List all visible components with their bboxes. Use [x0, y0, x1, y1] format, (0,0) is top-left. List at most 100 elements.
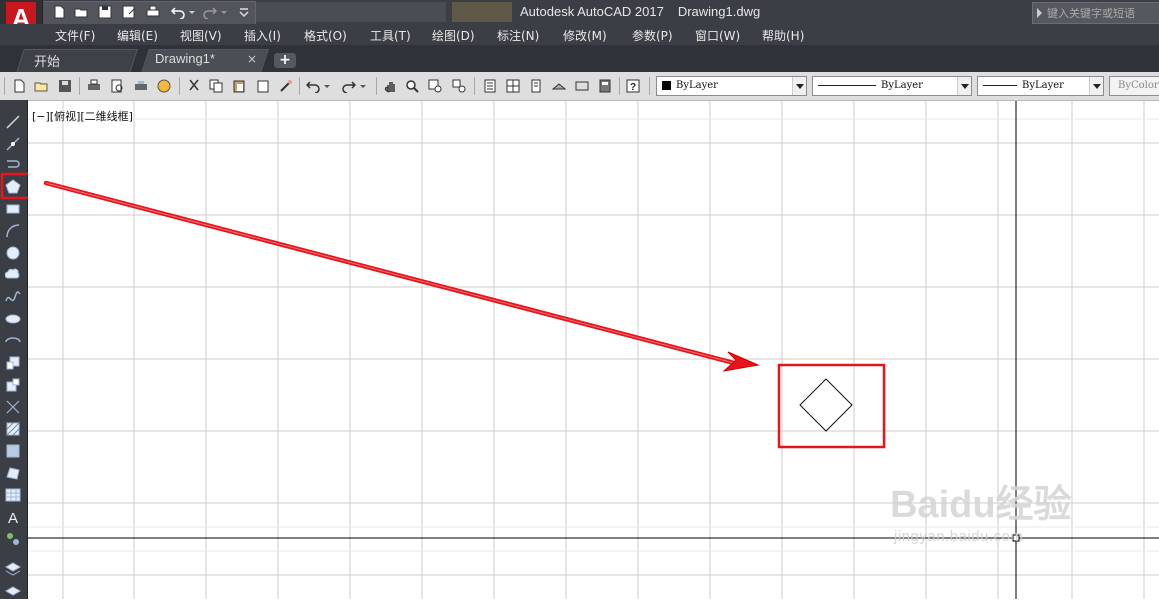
paste-block-icon[interactable] — [256, 79, 270, 93]
quick-access-toolbar — [42, 1, 256, 25]
plot-preview-icon[interactable] — [110, 79, 124, 93]
zoom-realtime-icon[interactable] — [405, 79, 419, 93]
rectangle-icon[interactable] — [5, 201, 21, 217]
menu-tools[interactable]: 工具(T) — [370, 27, 411, 44]
make-block-icon[interactable] — [5, 377, 21, 393]
menu-dimension[interactable]: 标注(N) — [497, 27, 539, 44]
3d-print-icon[interactable] — [157, 79, 171, 93]
close-tab-icon[interactable]: × — [247, 52, 257, 66]
tool-palettes-icon[interactable] — [529, 79, 543, 93]
multiline-text-icon[interactable]: A — [5, 509, 21, 525]
menu-draw[interactable]: 绘图(D) — [432, 27, 475, 44]
ellipse-icon[interactable] — [5, 311, 21, 327]
table-icon[interactable] — [5, 487, 21, 503]
svg-text:?: ? — [630, 82, 636, 93]
polyline-icon[interactable] — [5, 157, 21, 173]
draw-toolbar: A — [0, 100, 28, 599]
menu-file[interactable]: 文件(F) — [55, 27, 95, 44]
tab-drawing1-label: Drawing1* — [155, 51, 215, 66]
polygon-icon[interactable] — [5, 179, 21, 195]
new-file-icon[interactable] — [52, 5, 66, 19]
menu-modify[interactable]: 修改(M) — [563, 27, 607, 44]
pan-icon[interactable] — [384, 79, 398, 93]
paste-icon[interactable] — [232, 79, 246, 93]
app-name: Autodesk AutoCAD 2017 — [520, 4, 664, 19]
new-icon[interactable] — [12, 79, 26, 93]
viewport-controls[interactable]: [−][俯视][二维线框] — [32, 108, 133, 124]
match-properties-icon[interactable] — [279, 79, 293, 93]
undo-dropdown-icon[interactable] — [323, 79, 331, 93]
undo-dropdown-icon[interactable] — [188, 5, 196, 19]
line-icon[interactable] — [5, 114, 21, 130]
copy-icon[interactable] — [209, 79, 223, 93]
chevron-down-icon[interactable] — [792, 77, 806, 95]
help-icon[interactable]: ? — [626, 79, 640, 93]
hatch-icon[interactable] — [5, 421, 21, 437]
window-title: Autodesk AutoCAD 2017 Drawing1.dwg — [520, 4, 760, 19]
gradient-icon[interactable] — [5, 443, 21, 459]
result-highlight-box — [777, 363, 886, 449]
toolbar-grip[interactable] — [4, 77, 5, 95]
region-icon[interactable] — [5, 465, 21, 481]
circle-icon[interactable] — [5, 245, 21, 261]
save-as-icon[interactable] — [122, 5, 136, 19]
customize-qat-icon[interactable] — [237, 5, 251, 19]
search-expand-icon[interactable] — [1037, 8, 1042, 18]
lineweight-dropdown[interactable]: ByLayer — [977, 76, 1104, 96]
search-input[interactable] — [1047, 3, 1157, 23]
save-icon[interactable] — [58, 79, 72, 93]
zoom-previous-icon[interactable] — [452, 79, 466, 93]
background-tab-blurred — [452, 2, 512, 22]
plotstyle-dropdown[interactable]: ByColor — [1109, 76, 1159, 96]
undo-icon[interactable] — [306, 79, 320, 93]
color-value: ByLayer — [676, 80, 718, 91]
open-icon[interactable] — [34, 79, 48, 93]
redo-icon[interactable] — [342, 79, 356, 93]
publish-icon[interactable] — [134, 79, 148, 93]
add-selected-icon[interactable] — [5, 531, 21, 547]
plot-icon[interactable] — [87, 79, 101, 93]
menu-insert[interactable]: 插入(I) — [244, 27, 281, 44]
spline-icon[interactable] — [5, 289, 21, 305]
menu-edit[interactable]: 编辑(E) — [117, 27, 158, 44]
arc-icon[interactable] — [5, 223, 21, 239]
markup-set-icon[interactable] — [575, 79, 589, 93]
menu-format[interactable]: 格式(O) — [304, 27, 347, 44]
point-icon[interactable] — [5, 399, 21, 415]
svg-text:A: A — [8, 510, 18, 525]
revision-cloud-icon[interactable] — [5, 267, 21, 283]
menu-parametric[interactable]: 参数(P) — [632, 27, 673, 44]
background-tab-blurred — [256, 2, 446, 22]
construction-line-icon[interactable] — [5, 136, 21, 152]
drawing-canvas[interactable]: [−][俯视][二维线框] Baidu经验 jingyan.baidu.com — [28, 101, 1159, 599]
cut-icon[interactable] — [187, 79, 201, 93]
menu-view[interactable]: 视图(V) — [180, 27, 222, 44]
redo-icon[interactable] — [203, 5, 217, 19]
new-tab-button[interactable]: + — [274, 53, 296, 68]
menu-help[interactable]: 帮助(H) — [762, 27, 804, 44]
redo-dropdown-icon[interactable] — [359, 79, 367, 93]
redo-dropdown-icon[interactable] — [220, 5, 228, 19]
quick-calc-icon[interactable] — [598, 79, 612, 93]
chevron-down-icon[interactable] — [957, 77, 971, 95]
print-icon[interactable] — [146, 5, 160, 19]
save-icon[interactable] — [98, 5, 112, 19]
undo-icon[interactable] — [171, 5, 185, 19]
open-file-icon[interactable] — [74, 5, 88, 19]
linetype-dropdown[interactable]: ByLayer — [812, 76, 972, 96]
insert-block-icon[interactable] — [5, 355, 21, 371]
sheet-set-icon[interactable] — [552, 79, 566, 93]
zoom-window-icon[interactable] — [428, 79, 442, 93]
watermark: Baidu经验 jingyan.baidu.com — [890, 473, 1072, 545]
design-center-icon[interactable] — [506, 79, 520, 93]
menu-window[interactable]: 窗口(W) — [695, 27, 740, 44]
properties-icon[interactable] — [483, 79, 497, 93]
drawn-square-polygon[interactable] — [799, 378, 853, 432]
watermark-brand: Baidu经验 — [890, 484, 1072, 526]
file-tab-bar: 开始 Drawing1* × + — [0, 45, 1159, 73]
color-dropdown[interactable]: ByLayer — [656, 76, 807, 96]
ellipse-arc-icon[interactable] — [5, 333, 21, 349]
search-box[interactable] — [1032, 2, 1159, 24]
layers-icon[interactable] — [5, 561, 21, 577]
chevron-down-icon[interactable] — [1089, 77, 1103, 95]
